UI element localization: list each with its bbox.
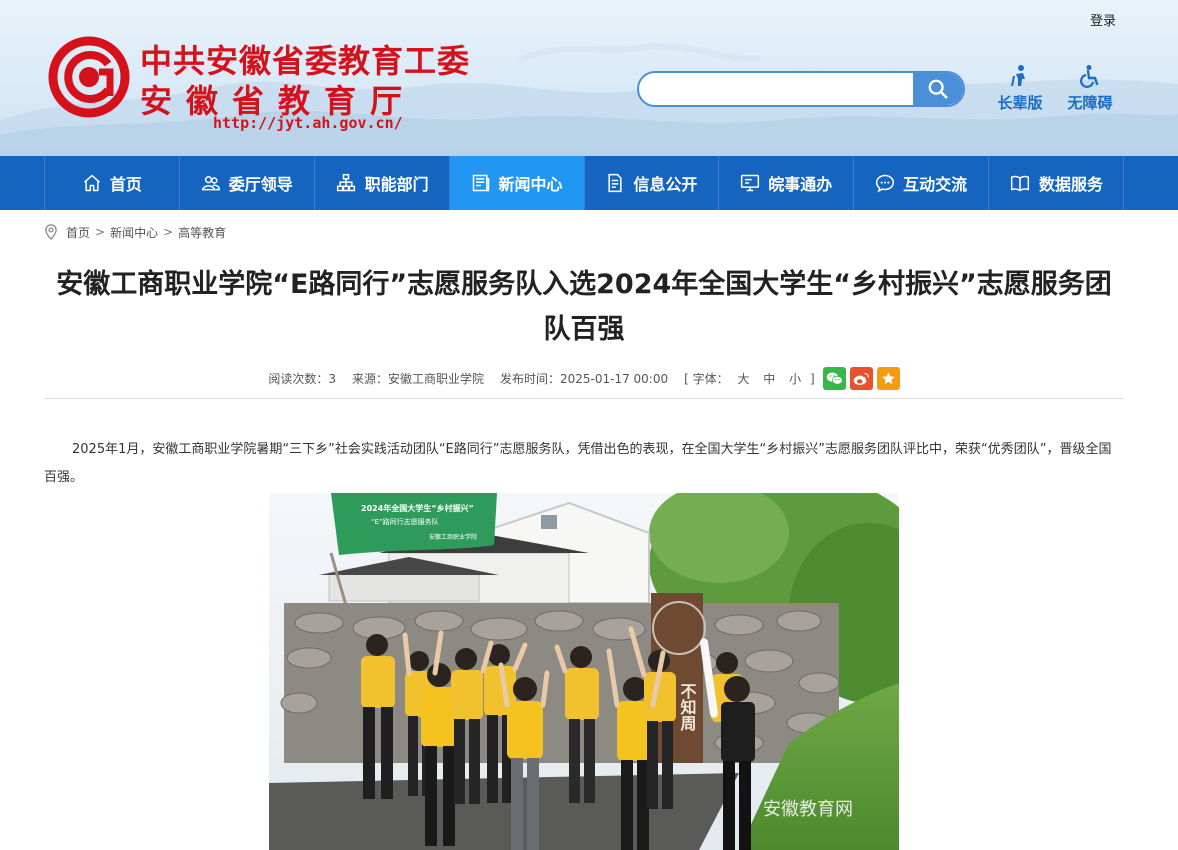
flag-text-line1: 2024年全国大学生“乡村振兴” xyxy=(361,503,474,513)
photo-watermark: 安徽教育网 xyxy=(763,799,853,820)
nav-item-departments[interactable]: 职能部门 xyxy=(313,156,449,210)
nav-item-home[interactable]: 首页 xyxy=(44,156,179,210)
search-input[interactable] xyxy=(639,73,915,105)
news-icon xyxy=(472,174,489,192)
divider xyxy=(44,398,1124,399)
nav-label: 信息公开 xyxy=(633,175,698,194)
chat-icon xyxy=(876,174,895,193)
breadcrumb: 首页 > 新闻中心 > 高等教育 xyxy=(44,223,226,241)
volunteer-team-photo: 2024年全国大学生“乡村振兴” “E”路同行志愿服务队 安徽工商职业学院 不知… xyxy=(269,493,899,850)
search-button[interactable] xyxy=(913,73,963,105)
site-header: 登录 中共安徽省委教育工委 安徽省教育厅 http://jyt.ah.gov.c… xyxy=(0,0,1178,156)
nav-label: 委厅领导 xyxy=(228,175,293,194)
breadcrumb-separator: > xyxy=(95,225,106,239)
elder-icon xyxy=(1011,65,1025,87)
share-favorite-button[interactable] xyxy=(876,366,900,390)
share-weibo-button[interactable] xyxy=(849,366,873,390)
site-logo-icon[interactable] xyxy=(48,36,130,118)
book-icon xyxy=(1010,175,1030,192)
article-source: 来源：安徽工商职业学院 xyxy=(351,371,484,386)
sign-text: 不知周 xyxy=(678,683,697,732)
favorite-icon xyxy=(881,371,895,384)
search-icon xyxy=(928,79,948,99)
document-icon xyxy=(608,173,623,193)
nav-label: 皖事通办 xyxy=(768,175,833,194)
breadcrumb-news[interactable]: 新闻中心 xyxy=(110,224,158,241)
elder-mode-button[interactable]: 长辈版 xyxy=(990,64,1050,113)
nav-item-info[interactable]: 信息公开 xyxy=(583,156,719,210)
nav-item-news[interactable]: 新闻中心 xyxy=(448,156,584,210)
monitor-icon xyxy=(741,174,760,192)
nav-item-services[interactable]: 皖事通办 xyxy=(718,156,853,210)
font-size-medium[interactable]: 中 xyxy=(763,372,775,386)
weibo-icon xyxy=(853,372,869,385)
location-pin-icon xyxy=(45,224,57,240)
main-nav: 首页 委厅领导 职能部门 新闻中心 信息公开 皖事通办 互动交流 数据服务 xyxy=(0,156,1178,210)
wechat-icon xyxy=(826,371,843,385)
flag-text-line3: 安徽工商职业学院 xyxy=(429,533,477,541)
font-size-label: [ 字体： xyxy=(684,371,729,386)
nav-label: 新闻中心 xyxy=(498,175,563,194)
nav-label: 互动交流 xyxy=(903,175,968,194)
nav-item-data[interactable]: 数据服务 xyxy=(988,156,1124,210)
article-meta: 阅读次数：3 来源：安徽工商职业学院 发布时间：2025-01-17 00:00… xyxy=(44,366,1124,390)
breadcrumb-higher-education[interactable]: 高等教育 xyxy=(178,224,226,241)
article-paragraph: 2025年1月，安徽工商职业学院暑期“三下乡”社会实践活动团队“E路同行”志愿服… xyxy=(44,442,1112,485)
breadcrumb-home[interactable]: 首页 xyxy=(66,224,90,241)
org-chart-icon xyxy=(336,173,355,192)
nav-label: 首页 xyxy=(109,175,142,194)
read-count-value: 3 xyxy=(328,371,336,386)
font-size-close: ] xyxy=(809,371,815,386)
nav-item-interaction[interactable]: 互动交流 xyxy=(853,156,988,210)
article-photo: 2024年全国大学生“乡村振兴” “E”路同行志愿服务队 安徽工商职业学院 不知… xyxy=(269,493,899,850)
font-size-large[interactable]: 大 xyxy=(737,372,749,386)
login-link[interactable]: 登录 xyxy=(1090,10,1116,29)
breadcrumb-separator: > xyxy=(163,225,174,239)
font-size-small[interactable]: 小 xyxy=(789,372,801,386)
share-buttons xyxy=(822,366,900,390)
home-icon xyxy=(83,174,100,192)
read-count: 阅读次数：3 xyxy=(268,370,336,387)
elder-mode-label: 长辈版 xyxy=(997,94,1043,112)
font-size-control: [ 字体： 大 中 小 ] xyxy=(684,370,815,387)
nav-item-leaders[interactable]: 委厅领导 xyxy=(178,156,314,210)
share-wechat-button[interactable] xyxy=(822,366,846,390)
flag-text-line2: “E”路同行志愿服务队 xyxy=(371,517,439,526)
publish-time: 发布时间：2025-01-17 00:00 xyxy=(499,371,669,386)
read-count-label: 阅读次数： xyxy=(268,371,329,386)
people-icon xyxy=(201,176,220,191)
wheelchair-icon xyxy=(1080,65,1099,88)
site-url: http://jyt.ah.gov.cn/ xyxy=(213,114,403,132)
accessibility-button[interactable]: 无障碍 xyxy=(1060,64,1120,113)
search-box xyxy=(637,71,965,107)
article-title: 安徽工商职业学院“E路同行”志愿服务队入选2024年全国大学生“乡村振兴”志愿服… xyxy=(56,269,1112,345)
nav-label: 数据服务 xyxy=(1039,175,1104,194)
accessibility-label: 无障碍 xyxy=(1067,94,1113,112)
nav-label: 职能部门 xyxy=(364,175,429,194)
